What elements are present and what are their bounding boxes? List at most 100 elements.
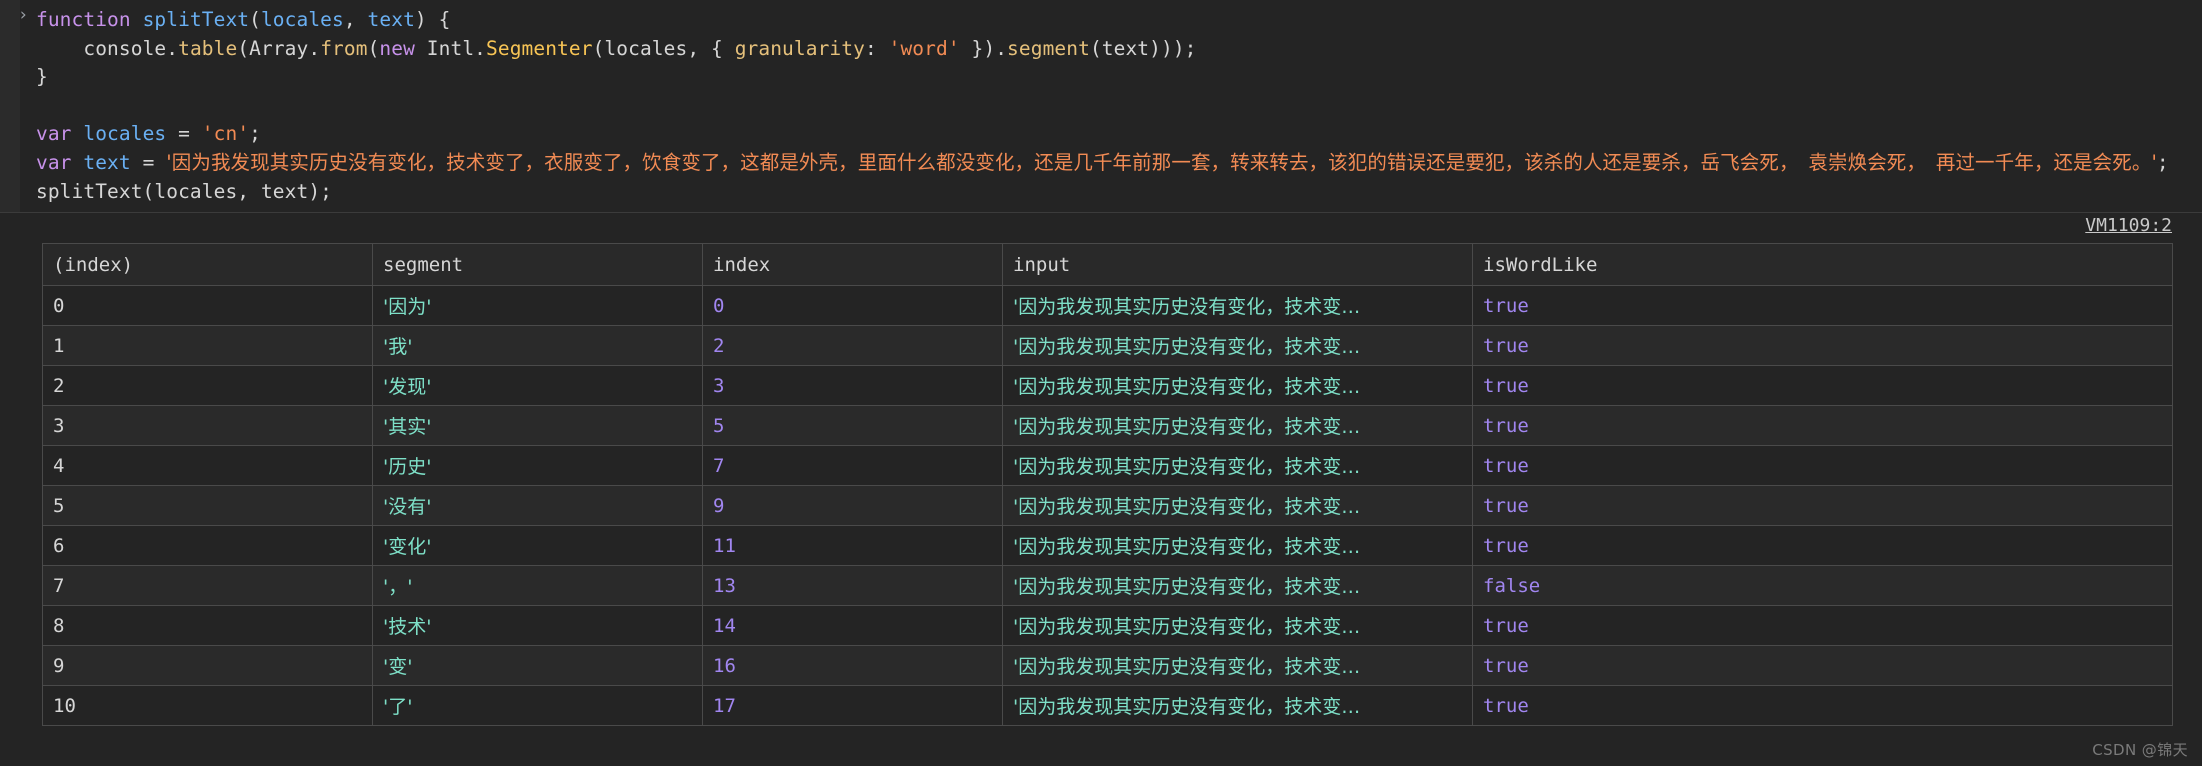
semi-2: ; — [2156, 150, 2169, 174]
cell-input: '因为我发现其实历史没有变化，技术变… — [1002, 685, 1473, 727]
arg-text: text — [1101, 36, 1150, 60]
table-row: 3 '其实' 5 '因为我发现其实历史没有变化，技术变… true — [42, 405, 2173, 447]
key-granularity: granularity — [734, 36, 865, 60]
cell-index-key: 8 — [42, 605, 373, 647]
cell-input: '因为我发现其实历史没有变化，技术变… — [1002, 325, 1473, 367]
kw-var-1: var — [36, 122, 84, 146]
cell-segment: '因为' — [372, 285, 703, 327]
kw-function: function — [36, 8, 143, 31]
colon-1: : — [864, 36, 889, 60]
cell-input: '因为我发现其实历史没有变化，技术变… — [1002, 405, 1473, 447]
kw-new: new — [379, 36, 427, 60]
cell-iswordlike: false — [1472, 565, 2173, 607]
paren-close-brace: ) { — [414, 8, 451, 31]
table-row: 9 '变' 16 '因为我发现其实历史没有变化，技术变… true — [42, 645, 2173, 687]
csdn-watermark: CSDN @锦天 — [2092, 741, 2188, 759]
paren-open: ( — [249, 8, 261, 31]
table-row: 1 '我' 2 '因为我发现其实历史没有变化，技术变… true — [42, 325, 2173, 367]
table-header: (index) segment index input isWordLike — [42, 243, 2173, 287]
cell-index: 16 — [702, 645, 1003, 687]
cell-segment: '了' — [372, 685, 703, 727]
cell-iswordlike: true — [1472, 285, 2173, 327]
assign-2: = — [130, 150, 167, 174]
value-chinese-text: '因为我发现其实历史没有变化，技术变了，衣服变了，饮食变了，这都是外壳，里面什么… — [166, 150, 2157, 174]
cell-index: 5 — [702, 405, 1003, 447]
cell-input: '因为我发现其实历史没有变化，技术变… — [1002, 485, 1473, 527]
dot-3: . — [474, 36, 487, 60]
dot-2: . — [308, 36, 321, 60]
cell-segment: '发现' — [372, 365, 703, 407]
cell-input: '因为我发现其实历史没有变化，技术变… — [1002, 285, 1473, 327]
cell-index: 14 — [702, 605, 1003, 647]
table-row: 7 '，' 13 '因为我发现其实历史没有变化，技术变… false — [42, 565, 2173, 607]
var-locales: locales — [83, 122, 167, 146]
cell-index-key: 9 — [42, 645, 373, 687]
paren-4: ( — [592, 36, 605, 60]
column-header-input[interactable]: input — [1002, 243, 1473, 287]
cell-index-key: 7 — [42, 565, 373, 607]
column-header-segment[interactable]: segment — [372, 243, 703, 287]
method-table: table — [178, 36, 238, 60]
console-table-container: (index) segment index input isWordLike 0… — [0, 243, 2202, 727]
class-segmenter: Segmenter — [486, 36, 593, 60]
cell-segment: '技术' — [372, 605, 703, 647]
cell-iswordlike: true — [1472, 485, 2173, 527]
console-source-code: function splitText(locales, text) { cons… — [0, 6, 2202, 206]
cell-index-key: 5 — [42, 485, 373, 527]
brace-close-dot: }). — [959, 36, 1008, 60]
paren-5: ( — [1089, 36, 1102, 60]
cell-index: 9 — [702, 485, 1003, 527]
table-row: 0 '因为' 0 '因为我发现其实历史没有变化，技术变… true — [42, 285, 2173, 327]
brace-close-fn: } — [36, 65, 48, 89]
obj-console: console — [83, 36, 167, 60]
cell-iswordlike: true — [1472, 645, 2173, 687]
cell-iswordlike: true — [1472, 405, 2173, 447]
cell-index: 17 — [702, 685, 1003, 727]
table-row: 6 '变化' 11 '因为我发现其实历史没有变化，技术变… true — [42, 525, 2173, 567]
value-cn: 'cn' — [201, 122, 250, 146]
paren-3: ( — [367, 36, 380, 60]
cell-input: '因为我发现其实历史没有变化，技术变… — [1002, 525, 1473, 567]
table-body: 0 '因为' 0 '因为我发现其实历史没有变化，技术变… true 1 '我' 2 '因为我发现… — [42, 285, 2173, 727]
method-segment: segment — [1007, 36, 1090, 60]
cell-segment: '，' — [372, 565, 703, 607]
column-header-iswordlike[interactable]: isWordLike — [1472, 243, 2173, 287]
cell-iswordlike: true — [1472, 445, 2173, 487]
cell-index-key: 3 — [42, 405, 373, 447]
arg-locales: locales — [604, 36, 688, 60]
cell-iswordlike: true — [1472, 365, 2173, 407]
kw-var-2: var — [36, 150, 84, 174]
cell-index: 7 — [702, 445, 1003, 487]
console-table: (index) segment index input isWordLike 0… — [42, 243, 2173, 727]
method-from: from — [320, 36, 368, 60]
cell-input: '因为我发现其实历史没有变化，技术变… — [1002, 445, 1473, 487]
fn-name-splittext: splitText — [142, 8, 250, 31]
cell-index: 2 — [702, 325, 1003, 367]
cell-input: '因为我发现其实历史没有变化，技术变… — [1002, 565, 1473, 607]
source-link-row: VM1109:2 — [0, 213, 2202, 244]
table-row: 10 '了' 17 '因为我发现其实历史没有变化，技术变… true — [42, 685, 2173, 727]
dot-1: . — [166, 36, 179, 60]
cell-iswordlike: true — [1472, 685, 2173, 727]
param-text: text — [367, 8, 415, 31]
comma-1: , — [343, 8, 368, 31]
paren-tail: ))); — [1149, 36, 1197, 60]
source-link[interactable]: VM1109:2 — [2085, 215, 2172, 236]
devtools-console: › function splitText(locales, text) { co… — [0, 0, 2202, 766]
column-header-index[interactable]: index — [702, 243, 1003, 287]
cell-index: 0 — [702, 285, 1003, 327]
obj-intl: Intl — [426, 36, 475, 60]
indent-2 — [36, 37, 83, 60]
cell-index-key: 10 — [42, 685, 373, 727]
cell-input: '因为我发现其实历史没有变化，技术变… — [1002, 365, 1473, 407]
cell-index-key: 0 — [42, 285, 373, 327]
table-row: 4 '历史' 7 '因为我发现其实历史没有变化，技术变… true — [42, 445, 2173, 487]
cell-input: '因为我发现其实历史没有变化，技术变… — [1002, 645, 1473, 687]
obj-array: Array — [249, 36, 309, 60]
column-header-index-key[interactable]: (index) — [42, 243, 373, 287]
comma-brace: , { — [687, 36, 735, 60]
prompt-arrow-icon: › — [18, 5, 29, 25]
cell-index: 13 — [702, 565, 1003, 607]
console-input-block[interactable]: › function splitText(locales, text) { co… — [0, 0, 2202, 214]
table-row: 2 '发现' 3 '因为我发现其实历史没有变化，技术变… true — [42, 365, 2173, 407]
